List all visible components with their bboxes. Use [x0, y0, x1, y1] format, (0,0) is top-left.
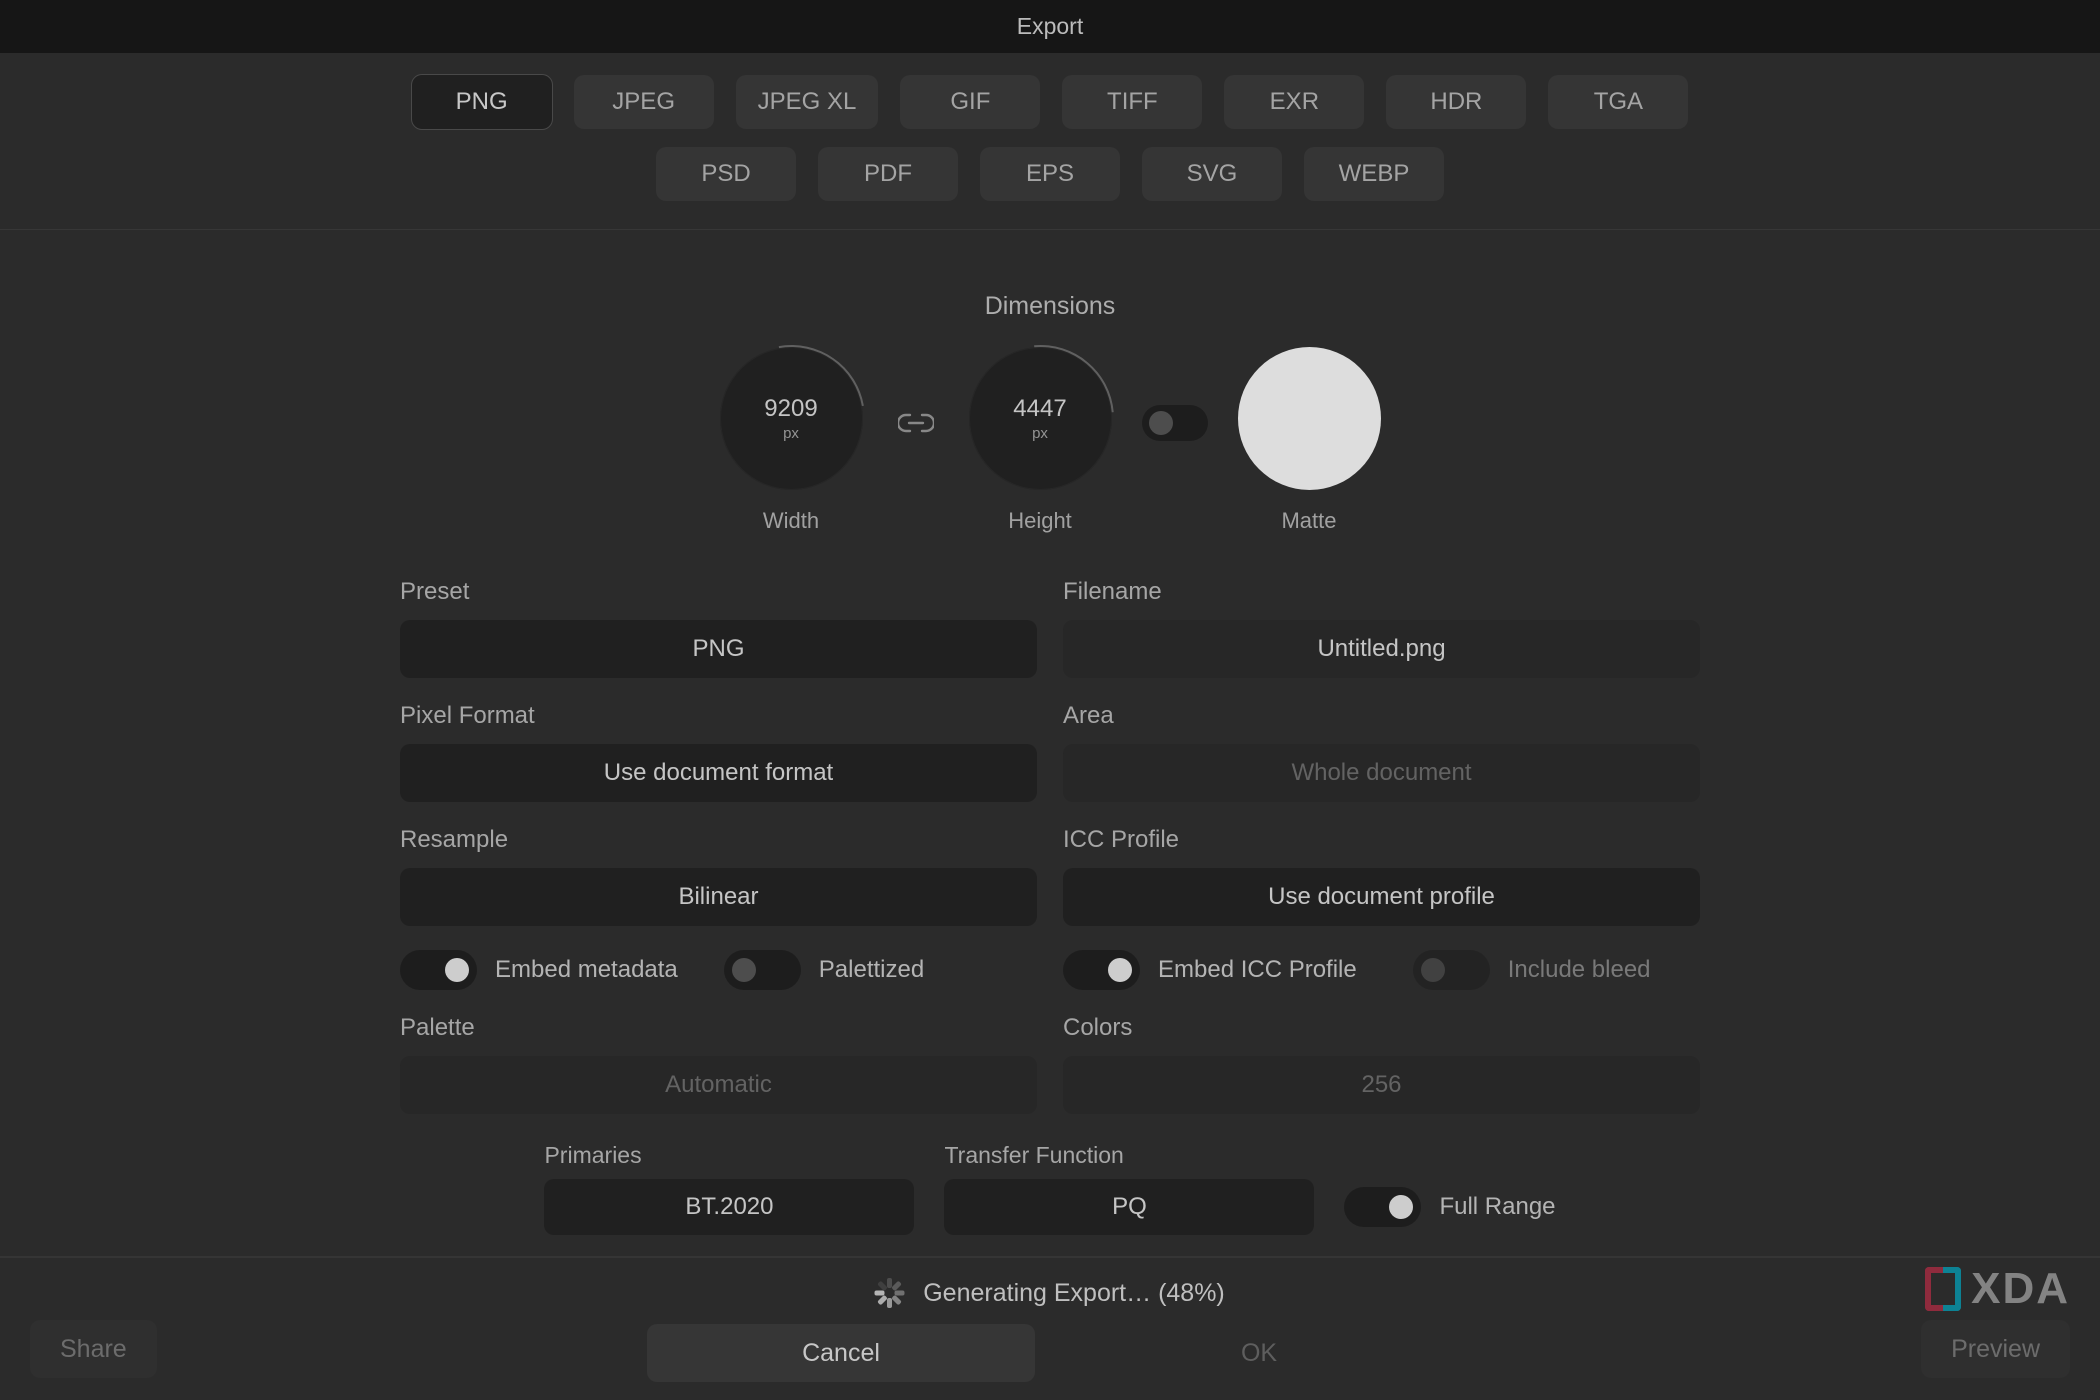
matte-toggle[interactable]: [1142, 405, 1208, 441]
palette-label: Palette: [400, 1014, 1037, 1042]
embed-icc-toggle[interactable]: Embed ICC Profile: [1063, 950, 1357, 990]
embed-metadata-toggle[interactable]: Embed metadata: [400, 950, 678, 990]
height-dial[interactable]: 4447 px: [969, 347, 1112, 490]
footer-divider: [0, 1256, 2100, 1258]
pixel-format-select[interactable]: Use document format: [400, 744, 1037, 802]
full-range-toggle[interactable]: Full Range: [1344, 1179, 1555, 1235]
include-bleed-toggle: Include bleed: [1413, 950, 1651, 990]
export-progress: Generating Export… (48%): [875, 1278, 1225, 1308]
transfer-fn-label: Transfer Function: [944, 1142, 1314, 1169]
cancel-button[interactable]: Cancel: [647, 1324, 1035, 1382]
primaries-label: Primaries: [544, 1142, 914, 1169]
resample-label: Resample: [400, 826, 1037, 854]
area-label: Area: [1063, 702, 1700, 730]
window-title: Export: [0, 0, 2100, 53]
format-tab-tga[interactable]: TGA: [1548, 75, 1688, 129]
format-tab-jpeg-xl[interactable]: JPEG XL: [736, 75, 879, 129]
icc-profile-select[interactable]: Use document profile: [1063, 868, 1700, 926]
filename-label: Filename: [1063, 578, 1700, 606]
resample-select[interactable]: Bilinear: [400, 868, 1037, 926]
format-tab-webp[interactable]: WEBP: [1304, 147, 1444, 201]
height-label: Height: [1008, 508, 1072, 534]
icc-profile-label: ICC Profile: [1063, 826, 1700, 854]
transfer-fn-select[interactable]: PQ: [944, 1179, 1314, 1235]
progress-text: Generating Export… (48%): [923, 1279, 1225, 1308]
width-dial[interactable]: 9209 px: [720, 347, 863, 490]
share-button[interactable]: Share: [30, 1320, 157, 1378]
format-tab-exr[interactable]: EXR: [1224, 75, 1364, 129]
palettized-toggle[interactable]: Palettized: [724, 950, 924, 990]
area-select[interactable]: Whole document: [1063, 744, 1700, 802]
ok-button[interactable]: OK: [1065, 1324, 1453, 1382]
filename-field[interactable]: Untitled.png: [1063, 620, 1700, 678]
dimensions-heading: Dimensions: [0, 292, 2100, 321]
colors-select[interactable]: 256: [1063, 1056, 1700, 1114]
format-tab-png[interactable]: PNG: [412, 75, 552, 129]
footer: Generating Export… (48%) Cancel OK: [0, 1270, 2100, 1400]
format-tab-jpeg[interactable]: JPEG: [574, 75, 714, 129]
link-dimensions-icon[interactable]: [893, 413, 939, 433]
pixel-format-label: Pixel Format: [400, 702, 1037, 730]
format-tab-tiff[interactable]: TIFF: [1062, 75, 1202, 129]
preview-button[interactable]: Preview: [1921, 1320, 2070, 1378]
format-tab-pdf[interactable]: PDF: [818, 147, 958, 201]
format-tabs: PNG JPEG JPEG XL GIF TIFF EXR HDR TGA PSD PDF EPS…: [0, 53, 2100, 229]
spinner-icon: [875, 1278, 905, 1308]
format-tab-svg[interactable]: SVG: [1142, 147, 1282, 201]
format-tab-gif[interactable]: GIF: [900, 75, 1040, 129]
palette-select[interactable]: Automatic: [400, 1056, 1037, 1114]
window-title-text: Export: [1017, 13, 1083, 40]
format-tab-psd[interactable]: PSD: [656, 147, 796, 201]
preset-select[interactable]: PNG: [400, 620, 1037, 678]
width-label: Width: [763, 508, 819, 534]
matte-swatch[interactable]: [1238, 347, 1381, 490]
matte-label: Matte: [1281, 508, 1336, 534]
format-tab-hdr[interactable]: HDR: [1386, 75, 1526, 129]
format-tab-eps[interactable]: EPS: [980, 147, 1120, 201]
preset-label: Preset: [400, 578, 1037, 606]
colors-label: Colors: [1063, 1014, 1700, 1042]
dimensions-row: 9209 px Width 4447 px Height Ma: [0, 347, 2100, 534]
primaries-select[interactable]: BT.2020: [544, 1179, 914, 1235]
